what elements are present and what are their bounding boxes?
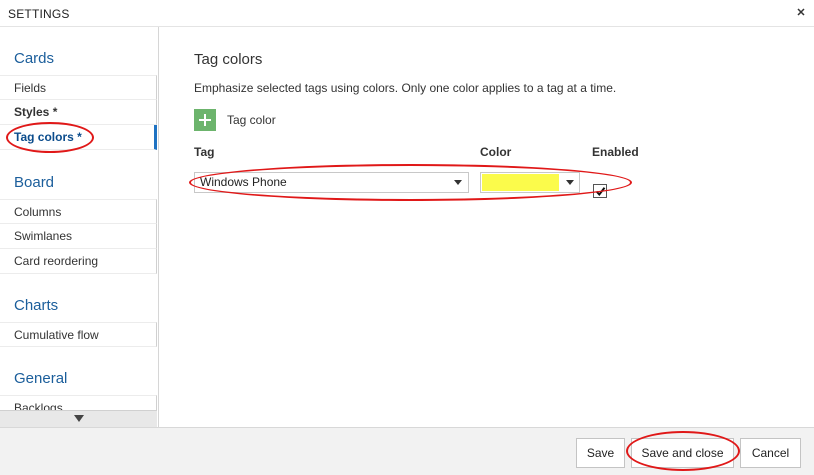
tag-dropdown-value: Windows Phone [200, 175, 287, 189]
sidebar-item-tag-colors[interactable]: Tag colors * [0, 125, 157, 150]
enabled-checkbox[interactable] [593, 184, 607, 198]
sidebar-item-columns[interactable]: Columns [0, 199, 157, 224]
sidebar-item-fields[interactable]: Fields [0, 75, 157, 100]
chevron-down-icon[interactable] [454, 180, 462, 185]
cancel-button[interactable]: Cancel [740, 438, 801, 468]
page-description: Emphasize selected tags using colors. On… [194, 81, 617, 95]
plus-icon[interactable] [194, 109, 216, 131]
tag-dropdown[interactable]: Windows Phone [194, 172, 469, 193]
save-and-close-button[interactable]: Save and close [631, 438, 734, 468]
column-header-color: Color [480, 145, 512, 159]
sidebar-item-card-reordering[interactable]: Card reordering [0, 249, 157, 274]
dialog-footer: Save Save and close Cancel [0, 427, 814, 475]
page-title: Tag colors [194, 51, 263, 68]
add-tag-color-button[interactable]: Tag color [227, 113, 276, 127]
save-button[interactable]: Save [576, 438, 625, 468]
settings-sidebar: Cards Fields Styles * Tag colors * Board… [0, 27, 159, 427]
dialog-title: SETTINGS [8, 7, 70, 21]
column-header-enabled: Enabled [592, 145, 639, 159]
dialog-titlebar: SETTINGS [0, 0, 814, 27]
section-board: Board [14, 174, 55, 191]
sidebar-scroll[interactable] [0, 410, 157, 427]
sidebar-item-cumulative-flow[interactable]: Cumulative flow [0, 322, 157, 347]
section-cards: Cards [14, 50, 55, 67]
chevron-down-icon[interactable] [566, 180, 574, 185]
scroll-down-icon[interactable] [74, 415, 84, 422]
section-general: General [14, 370, 68, 387]
tag-colors-panel: Tag colors Emphasize selected tags using… [160, 27, 814, 427]
section-charts: Charts [14, 297, 59, 314]
checkmark-icon [595, 187, 606, 197]
color-swatch [482, 174, 559, 191]
close-icon[interactable] [794, 5, 808, 19]
sidebar-item-styles[interactable]: Styles * [0, 100, 157, 125]
sidebar-item-swimlanes[interactable]: Swimlanes [0, 224, 157, 249]
color-dropdown[interactable] [480, 172, 580, 193]
column-header-tag: Tag [194, 145, 215, 159]
